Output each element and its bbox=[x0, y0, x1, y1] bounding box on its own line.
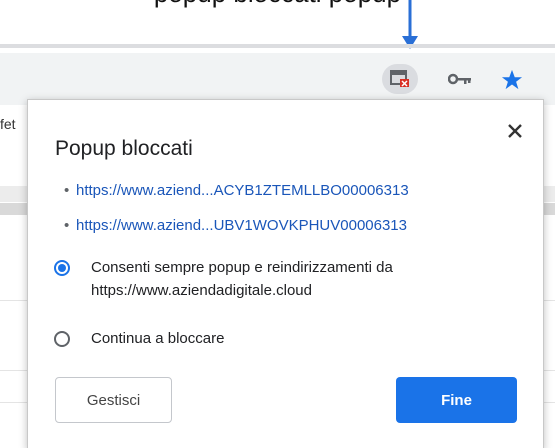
dialog-title: Popup bloccati bbox=[55, 137, 193, 160]
manage-button[interactable]: Gestisci bbox=[55, 377, 172, 423]
screen: popup bloccati popup fet Popup bl bbox=[0, 0, 555, 448]
allow-radio[interactable] bbox=[54, 260, 70, 276]
block-label: Continua a bloccare bbox=[91, 330, 225, 347]
bullet: • bbox=[64, 182, 70, 199]
popup-blocked-dialog: Popup bloccati • https://www.aziend...AC… bbox=[27, 99, 544, 448]
password-key-button[interactable] bbox=[443, 64, 477, 94]
link-text: https://www.aziend...ACYB1ZTEMLLBO000063… bbox=[76, 182, 409, 199]
blocked-popup-link[interactable]: • https://www.aziend...ACYB1ZTEMLLBO0000… bbox=[64, 182, 409, 199]
star-icon bbox=[501, 69, 523, 89]
close-button[interactable] bbox=[502, 118, 528, 144]
pointer-arrow-icon bbox=[402, 0, 418, 49]
toolbar-divider bbox=[0, 44, 555, 48]
done-button[interactable]: Fine bbox=[396, 377, 517, 423]
key-icon bbox=[448, 73, 471, 85]
bullet: • bbox=[64, 217, 70, 234]
block-option[interactable]: Continua a bloccare bbox=[54, 330, 224, 350]
caption-text: popup bloccati popup bbox=[0, 0, 555, 9]
link-text: https://www.aziend...UBV1WOVKPHUV0000631… bbox=[76, 217, 407, 234]
close-icon bbox=[508, 124, 522, 138]
background-text-fragment: fet bbox=[0, 116, 16, 132]
block-radio[interactable] bbox=[54, 331, 70, 347]
allow-option[interactable]: Consenti sempre popup e reindirizzamenti… bbox=[54, 259, 393, 302]
popup-blocked-button[interactable] bbox=[382, 64, 418, 94]
bookmark-star-button[interactable] bbox=[497, 64, 527, 94]
blocked-popup-link[interactable]: • https://www.aziend...UBV1WOVKPHUV00006… bbox=[64, 217, 407, 234]
allow-label-line2: https://www.aziendadigitale.cloud bbox=[91, 282, 312, 299]
allow-label-line1: Consenti sempre popup e reindirizzamenti… bbox=[91, 259, 393, 276]
popup-blocked-icon bbox=[390, 70, 409, 87]
